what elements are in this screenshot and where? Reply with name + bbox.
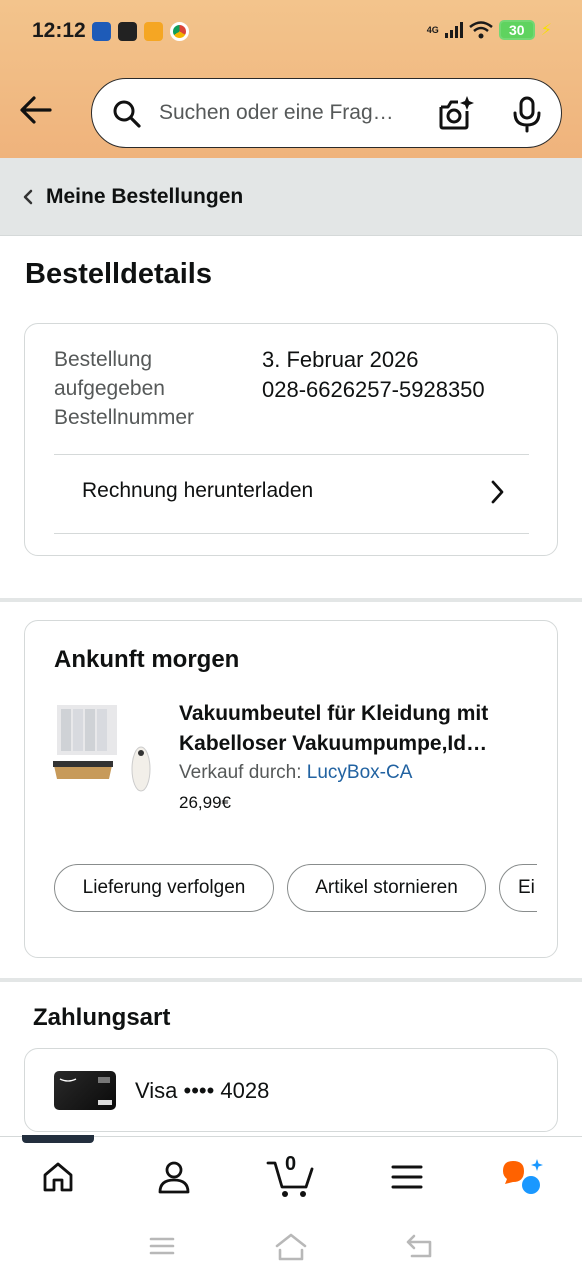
page-title: Bestelldetails — [25, 258, 212, 290]
gmx-app-icon — [92, 22, 111, 41]
system-navigation — [0, 1218, 582, 1280]
search-bar[interactable]: Suchen oder eine Frag… — [91, 78, 562, 148]
cancel-item-button[interactable]: Artikel stornieren — [287, 864, 486, 912]
payment-section-title: Zahlungsart — [33, 1004, 171, 1031]
recent-apps-icon[interactable] — [148, 1232, 176, 1260]
system-home-icon[interactable] — [274, 1232, 308, 1262]
section-separator — [0, 598, 582, 602]
signal-icon — [444, 22, 463, 38]
product-title[interactable]: Vakuumbeutel für Kleidung mit Kabelloser… — [179, 699, 539, 759]
home-icon[interactable] — [33, 1155, 83, 1199]
system-back-icon[interactable] — [404, 1232, 436, 1260]
battery-indicator: 30 — [498, 20, 535, 40]
app-header: 12:12 4G 30 ⚡ Suchen oder eine Frag… — [0, 0, 582, 158]
order-date-value: 3. Februar 2026 — [262, 347, 419, 372]
camera-sparkle-icon[interactable] — [437, 95, 475, 133]
wifi-icon — [468, 21, 493, 39]
section-separator — [0, 978, 582, 982]
bottom-nav: 0 — [0, 1136, 582, 1218]
order-number-label: Bestellnummer — [54, 406, 195, 429]
product-image[interactable] — [53, 703, 151, 795]
payment-method: Visa •••• 4028 — [135, 1078, 270, 1103]
delivery-status: Ankunft morgen — [54, 646, 240, 673]
breadcrumb-label[interactable]: Meine Bestellungen — [46, 185, 243, 209]
status-right: 4G 30 ⚡ — [427, 20, 552, 40]
product-title-line1[interactable]: Vakuumbeutel für Kleidung mit — [179, 699, 539, 729]
track-delivery-button[interactable]: Lieferung verfolgen — [54, 864, 274, 912]
account-icon[interactable] — [149, 1155, 199, 1199]
folder-app-icon — [144, 22, 163, 41]
chevron-right-icon[interactable] — [487, 479, 507, 505]
order-date-label-line2: aufgegeben — [54, 377, 165, 400]
payment-card[interactable]: Visa •••• 4028 — [24, 1048, 558, 1132]
scroll-handle — [22, 1135, 94, 1143]
seller-link[interactable]: LucyBox-CA — [307, 762, 413, 783]
chevron-left-icon — [23, 189, 33, 205]
dark-app-icon — [118, 22, 137, 41]
charging-icon: ⚡ — [540, 22, 552, 39]
network-type: 4G — [426, 24, 439, 35]
product-price: 26,99€ — [179, 793, 231, 812]
search-icon — [113, 100, 141, 128]
divider — [54, 533, 529, 534]
rufus-chat-icon[interactable] — [498, 1155, 548, 1199]
shipment-card: Ankunft morgen Vakuumbeutel für Kleidung… — [24, 620, 558, 958]
notification-icons — [92, 22, 189, 41]
product-title-line2[interactable]: Kabelloser Vakuumpumpe,Id… — [179, 729, 539, 759]
breadcrumb[interactable]: Meine Bestellungen — [0, 158, 582, 236]
action-buttons: Lieferung verfolgen Artikel stornieren E… — [54, 864, 537, 914]
credit-card-icon — [54, 1071, 116, 1110]
cart-icon[interactable]: 0 — [264, 1153, 318, 1199]
cart-count: 0 — [285, 1153, 297, 1175]
seller-prefix: Verkauf durch: — [179, 762, 307, 783]
microphone-icon[interactable] — [509, 95, 545, 133]
menu-icon[interactable] — [382, 1155, 432, 1199]
order-info-card: Bestellung aufgegeben Bestellnummer 3. F… — [24, 323, 558, 556]
seller-info: Verkauf durch: LucyBox-CA — [179, 762, 412, 784]
search-input[interactable]: Suchen oder eine Frag… — [159, 101, 419, 125]
more-action-button[interactable]: Ei — [499, 864, 537, 912]
order-date-label-line1: Bestellung — [54, 348, 153, 371]
back-arrow-icon[interactable] — [18, 92, 54, 128]
status-bar: 12:12 4G 30 ⚡ — [0, 0, 582, 64]
status-time: 12:12 — [32, 19, 86, 42]
divider — [54, 454, 529, 455]
order-number-value: 028-6626257-5928350 — [262, 377, 485, 402]
download-invoice-link[interactable]: Rechnung herunterladen — [82, 479, 313, 503]
chrome-app-icon — [170, 22, 189, 41]
